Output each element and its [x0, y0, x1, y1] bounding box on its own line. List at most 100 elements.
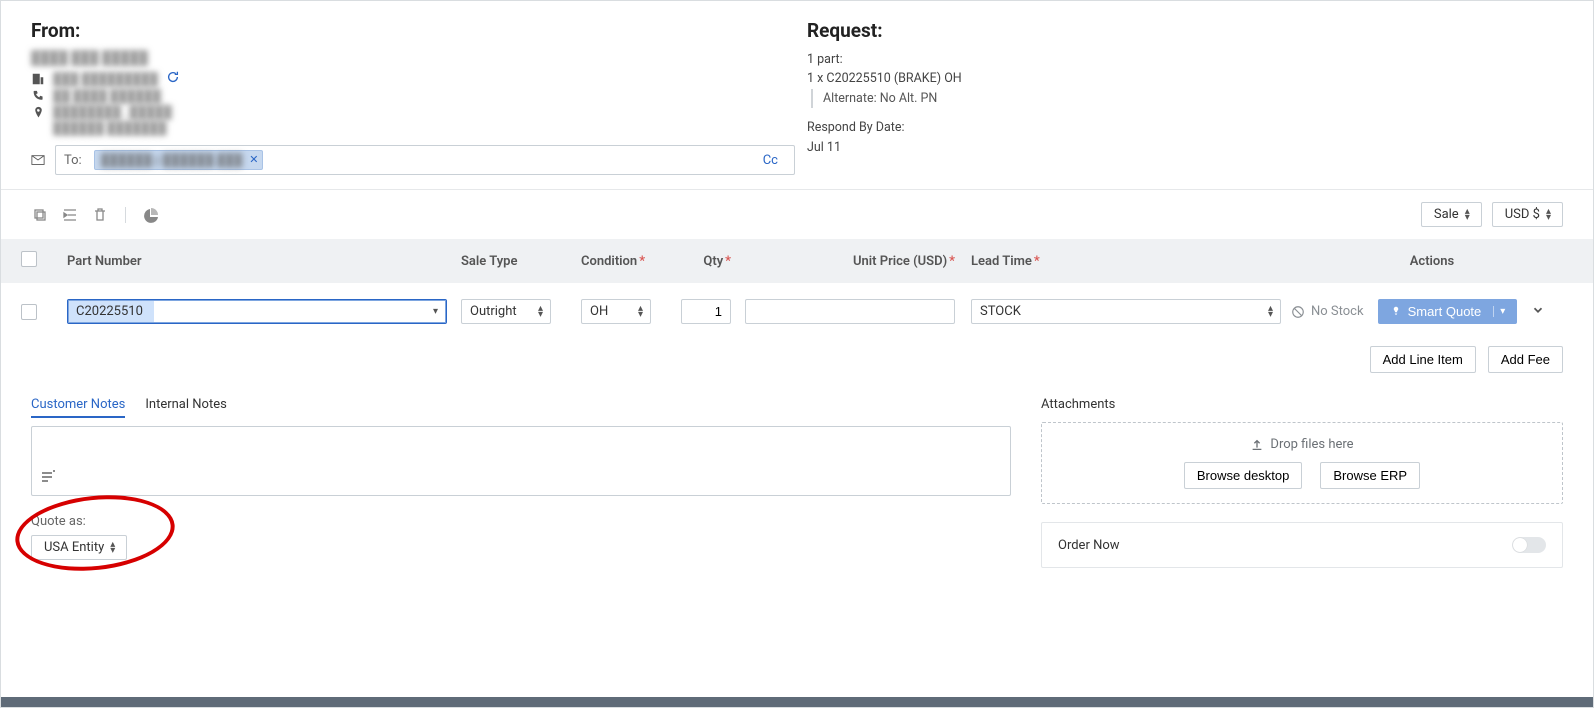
- sort-icon: [538, 306, 542, 318]
- phone-number: ██ ████ ██████: [53, 89, 161, 103]
- from-panel: From: ████ ███ █████ ███ █████████ ██ ██…: [31, 19, 797, 175]
- saletype-select[interactable]: Outright: [461, 299, 551, 324]
- row-checkbox[interactable]: [21, 304, 37, 320]
- part-number-value: C20225510: [76, 304, 143, 319]
- request-line: 1 x C20225510 (BRAKE) OH: [807, 69, 1563, 88]
- phone-icon: [31, 89, 45, 103]
- th-actions: Actions: [1291, 254, 1573, 269]
- order-now-toggle[interactable]: [1512, 537, 1546, 553]
- dropzone[interactable]: Drop files here Browse desktop Browse ER…: [1041, 422, 1563, 504]
- line-toolbar: Sale USD $: [1, 190, 1593, 239]
- sort-icon: [1465, 209, 1469, 221]
- respond-by-label: Respond By Date:: [807, 118, 1563, 137]
- saletype-value: Outright: [470, 304, 517, 319]
- table-row: C20225510 ▾ Outright OH STOCK: [1, 283, 1593, 340]
- leadtime-select[interactable]: STOCK: [971, 299, 1281, 324]
- leadtime-value: STOCK: [980, 304, 1021, 319]
- pie-icon[interactable]: [142, 206, 160, 224]
- annotation-circle: [12, 488, 179, 578]
- request-panel: Request: 1 part: 1 x C20225510 (BRAKE) O…: [797, 19, 1563, 175]
- tab-internal-notes[interactable]: Internal Notes: [145, 397, 226, 418]
- country-line: ██████ ███████: [31, 121, 797, 135]
- table-header: Part Number Sale Type Condition* Qty* Un…: [1, 239, 1593, 283]
- no-stock-indicator: No Stock: [1291, 304, 1364, 319]
- expand-row-icon[interactable]: [1531, 303, 1545, 321]
- pin-icon: [31, 105, 45, 119]
- add-fee-button[interactable]: Add Fee: [1488, 346, 1563, 373]
- editor-format-icon[interactable]: [40, 469, 56, 489]
- browse-desktop-button[interactable]: Browse desktop: [1184, 462, 1303, 489]
- location-line: ████████ , █████: [31, 105, 797, 119]
- smart-quote-split-icon[interactable]: ▾: [1493, 306, 1505, 317]
- th-saletype: Sale Type: [461, 254, 581, 269]
- chevron-down-icon: ▾: [433, 306, 438, 317]
- refresh-icon[interactable]: [166, 70, 180, 87]
- notes-column: Customer Notes Internal Notes Quote as: …: [31, 397, 1011, 560]
- indent-icon[interactable]: [61, 206, 79, 224]
- request-title: Request:: [807, 19, 1563, 42]
- toolbar-divider: [125, 207, 126, 223]
- trash-icon[interactable]: [91, 206, 109, 224]
- to-label: To:: [64, 153, 84, 168]
- sort-icon: [1546, 209, 1550, 221]
- quote-as-select[interactable]: USA Entity: [31, 535, 127, 560]
- request-body: 1 part: 1 x C20225510 (BRAKE) OH Alterna…: [807, 50, 1563, 157]
- order-now-label: Order Now: [1058, 538, 1120, 553]
- contact-name: ████ ███ █████: [31, 50, 797, 66]
- add-row-buttons: Add Line Item Add Fee: [1, 340, 1593, 397]
- request-summary: 1 part:: [807, 50, 1563, 69]
- page: From: ████ ███ █████ ███ █████████ ██ ██…: [0, 0, 1594, 708]
- cc-link[interactable]: Cc: [763, 153, 778, 168]
- company-name: ███ █████████: [53, 72, 158, 86]
- dropzone-header: Drop files here: [1060, 437, 1544, 452]
- condition-value: OH: [590, 304, 608, 319]
- from-title: From:: [31, 19, 797, 42]
- attachments-title: Attachments: [1041, 397, 1563, 412]
- no-stock-label: No Stock: [1311, 304, 1364, 319]
- sort-icon: [1268, 306, 1272, 318]
- condition-select[interactable]: OH: [581, 299, 651, 324]
- add-line-item-button[interactable]: Add Line Item: [1370, 346, 1476, 373]
- city: ████████ , █████: [53, 105, 172, 119]
- th-unitprice: Unit Price (USD)*: [741, 254, 971, 269]
- notes-editor[interactable]: [31, 426, 1011, 496]
- to-input-container[interactable]: To: ██████@██████.███ ✕ Cc: [55, 145, 795, 175]
- copy-icon[interactable]: [31, 206, 49, 224]
- smart-quote-label: Smart Quote: [1408, 304, 1482, 319]
- currency-select[interactable]: USD $: [1492, 202, 1563, 227]
- th-leadtime: Lead Time*: [971, 254, 1291, 269]
- sale-select-label: Sale: [1434, 207, 1459, 222]
- sort-icon: [638, 306, 642, 318]
- remove-recipient-icon[interactable]: ✕: [249, 153, 258, 166]
- footer-bar: [1, 697, 1593, 707]
- recipient-chip[interactable]: ██████@██████.███ ✕: [94, 150, 263, 170]
- respond-by-date: Jul 11: [807, 138, 1563, 157]
- lower-section: Customer Notes Internal Notes Quote as: …: [1, 397, 1593, 588]
- dropzone-label: Drop files here: [1270, 437, 1353, 452]
- recipient-email: ██████@██████.███: [101, 153, 242, 167]
- browse-erp-button[interactable]: Browse ERP: [1320, 462, 1420, 489]
- part-number-input[interactable]: C20225510 ▾: [67, 299, 447, 324]
- quote-as-section: Quote as: USA Entity: [31, 514, 1011, 560]
- header-checkbox[interactable]: [21, 251, 37, 267]
- header: From: ████ ███ █████ ███ █████████ ██ ██…: [1, 1, 1593, 190]
- phone-line: ██ ████ ██████: [31, 89, 797, 103]
- to-row: To: ██████@██████.███ ✕ Cc: [31, 145, 797, 175]
- notes-tabs: Customer Notes Internal Notes: [31, 397, 1011, 418]
- sort-icon: [110, 542, 114, 554]
- th-part: Part Number: [61, 254, 461, 269]
- quote-as-label: Quote as:: [31, 514, 1011, 529]
- building-icon: [31, 72, 45, 86]
- order-now-card: Order Now: [1041, 522, 1563, 568]
- country: ██████ ███████: [53, 121, 167, 135]
- sale-select[interactable]: Sale: [1421, 202, 1482, 227]
- th-condition: Condition*: [581, 254, 681, 269]
- qty-input[interactable]: [681, 299, 731, 324]
- attachments-column: Attachments Drop files here Browse deskt…: [1041, 397, 1563, 568]
- envelope-icon: [31, 153, 45, 167]
- company-line: ███ █████████: [31, 70, 797, 87]
- currency-select-label: USD $: [1505, 207, 1540, 222]
- smart-quote-button[interactable]: Smart Quote ▾: [1378, 299, 1518, 324]
- tab-customer-notes[interactable]: Customer Notes: [31, 397, 125, 418]
- unitprice-input[interactable]: [745, 299, 955, 324]
